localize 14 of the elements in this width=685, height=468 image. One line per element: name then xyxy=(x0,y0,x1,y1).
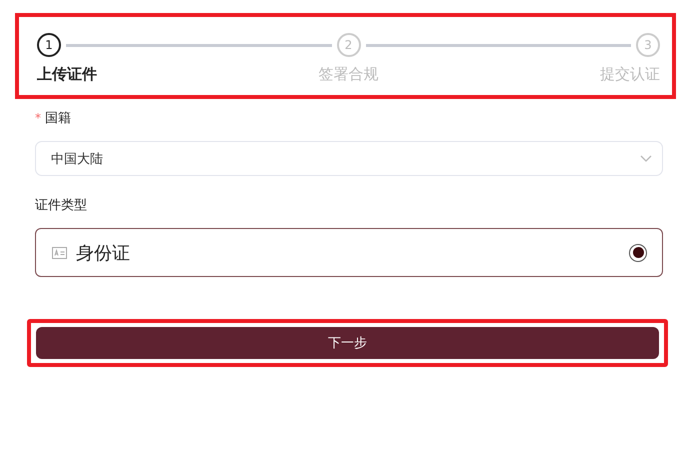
step-label[interactable]: 上传证件 xyxy=(37,65,97,84)
step-number: 3 xyxy=(636,33,660,57)
step-number: 1 xyxy=(37,33,61,57)
option-label: 身份证 xyxy=(76,242,131,264)
nationality-select[interactable]: 中国大陆 xyxy=(35,141,663,176)
next-button[interactable]: 下一步 xyxy=(36,327,659,359)
id-card-icon xyxy=(52,246,67,258)
chevron-down-icon xyxy=(640,154,652,162)
radio-button[interactable] xyxy=(629,244,647,262)
field-label: 国籍 xyxy=(45,110,71,127)
document-option[interactable]: 身份证 xyxy=(35,228,663,277)
required-mark: * xyxy=(35,111,41,125)
field-label: 证件类型 xyxy=(35,197,87,214)
step-number: 2 xyxy=(336,33,360,57)
